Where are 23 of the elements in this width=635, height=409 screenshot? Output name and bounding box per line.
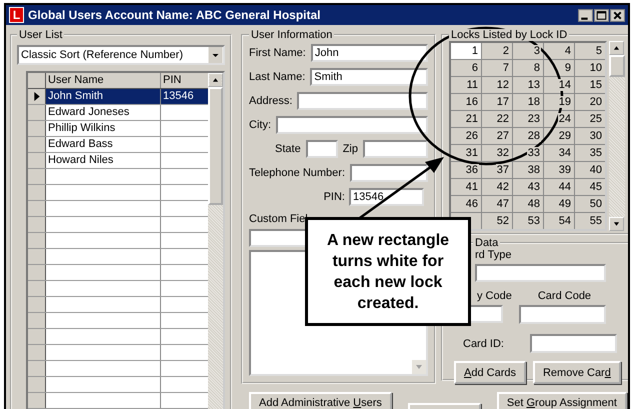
field-label: Card ID: — [463, 338, 504, 350]
table-cell: 13546 — [161, 89, 208, 104]
window-title: Global Users Account Name: ABC General Hospital — [28, 8, 322, 22]
group-label: Locks Listed by Lock ID — [449, 29, 570, 41]
field-label: City: — [249, 119, 271, 131]
field-label: Last Name: — [249, 71, 306, 83]
group-label: User List — [18, 29, 64, 41]
app-logo: L — [9, 7, 24, 23]
group-label: Data — [474, 237, 500, 249]
field-label: Zip — [342, 143, 358, 155]
field-label: First Name: — [249, 47, 306, 59]
field-label: PIN: — [324, 191, 345, 203]
field-label: Telephone Number: — [249, 167, 346, 179]
field-label: y Code — [477, 290, 512, 302]
callout-tooltip: A new rectangle turns white for each new lock created. — [305, 217, 471, 326]
field-label: Address: — [249, 95, 292, 107]
field-label: Card Code — [538, 290, 592, 302]
field-label: State — [275, 143, 301, 155]
field-value: 13546 — [353, 191, 384, 203]
field-value: John — [314, 47, 339, 59]
group-label: User Information — [250, 29, 334, 41]
field-label: rd Type — [475, 249, 512, 261]
field-value: Smith — [314, 71, 342, 83]
